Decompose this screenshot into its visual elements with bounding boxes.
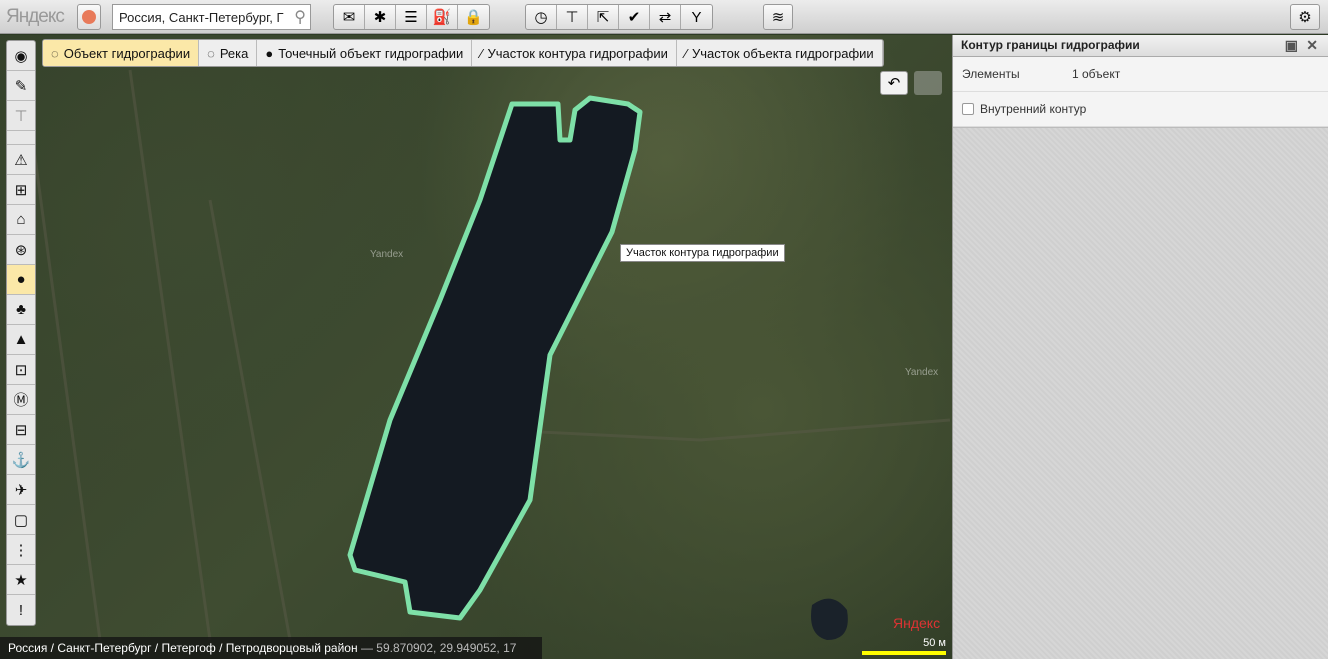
tab-label: Участок объекта гидрографии xyxy=(692,45,874,61)
record-icon xyxy=(82,10,96,24)
tab-point-hydro-object[interactable]: ● Точечный объект гидрографии xyxy=(257,40,473,66)
landmark-icon[interactable]: ⊛ xyxy=(7,235,35,265)
dashed-circle-icon: ◌ xyxy=(207,45,215,61)
elements-value[interactable]: 1 объект xyxy=(1072,67,1120,81)
record-button[interactable] xyxy=(77,4,101,30)
inner-contour-row: Внутренний контур xyxy=(953,92,1328,127)
watermark: Yandex xyxy=(370,249,404,260)
top-toolbar: Яндекс Россия, Санкт-Петербург, Г ⚲ ✉ ✱ ☰… xyxy=(0,0,1328,34)
plane-icon[interactable]: ✈ xyxy=(7,475,35,505)
search-input[interactable]: Россия, Санкт-Петербург, Г ⚲ xyxy=(112,4,311,30)
tools-group-2: ◷ ⊤ ⇱ ✔ ⇄ Y xyxy=(525,4,713,30)
mail-icon[interactable]: ✉ xyxy=(334,5,365,29)
settings-button[interactable]: ⚙ xyxy=(1290,4,1320,30)
layers-button[interactable]: ≋ xyxy=(763,4,793,30)
panel-body: Элементы 1 объект Внутренний контур xyxy=(953,57,1328,128)
spacer xyxy=(7,131,35,145)
object-type-tabs: ◌ Объект гидрографии ◌ Река ● Точечный объе… xyxy=(42,39,884,67)
tab-river[interactable]: ◌ Река xyxy=(199,40,258,66)
exclamation-icon[interactable]: ! xyxy=(7,595,35,625)
hierarchy-icon[interactable]: ⊤ xyxy=(557,5,588,29)
swap-icon[interactable]: ⇄ xyxy=(650,5,681,29)
search-value: Россия, Санкт-Петербург, Г xyxy=(119,10,284,25)
scale-line xyxy=(862,651,946,655)
eye-icon[interactable]: ◉ xyxy=(7,41,35,71)
train-icon[interactable]: ⊡ xyxy=(7,355,35,385)
yandex-logo: Яндекс xyxy=(6,6,65,27)
lake-contour[interactable] xyxy=(347,95,643,621)
close-icon[interactable]: ✕ xyxy=(1306,37,1318,54)
line-icon: ⁄ xyxy=(684,45,688,61)
warning-icon[interactable]: ⚠ xyxy=(7,145,35,175)
breadcrumb: Россия / Санкт-Петербург / Петергоф / Пе… xyxy=(0,637,542,659)
tab-hydro-object[interactable]: ◌ Объект гидрографии xyxy=(43,40,200,66)
inner-contour-checkbox[interactable] xyxy=(962,103,974,115)
list-icon[interactable]: ☰ xyxy=(396,5,427,29)
anchor-icon[interactable]: ⚓ xyxy=(7,445,35,475)
bus-icon[interactable]: ⊟ xyxy=(7,415,35,445)
save-icon[interactable]: ▣ xyxy=(1285,37,1298,54)
point-icon: ● xyxy=(265,45,274,61)
lock-icon[interactable]: 🔒 xyxy=(458,5,489,29)
coordinates: — 59.870902, 29.949052, 17 xyxy=(360,641,517,655)
asterisk-icon[interactable]: ✱ xyxy=(365,5,396,29)
properties-panel: Контур границы гидрографии ▣ ✕ Элементы 1… xyxy=(952,35,1328,659)
tab-hydro-contour-segment[interactable]: ⁄ Участок контура гидрографии xyxy=(472,40,677,66)
inner-contour-label[interactable]: Внутренний контур xyxy=(980,102,1086,116)
clock-icon[interactable]: ◷ xyxy=(526,5,557,29)
traffic-light-icon[interactable]: ⋮ xyxy=(7,535,35,565)
undo-button[interactable]: ↶ xyxy=(880,71,908,95)
hierarchy-icon[interactable]: ⊤ xyxy=(7,101,35,131)
panel-header: Контур границы гидрографии ▣ ✕ xyxy=(953,35,1328,57)
fuel-icon[interactable]: ⛽ xyxy=(427,5,458,29)
scale-label: 50 м xyxy=(923,637,946,649)
panel-title: Контур границы гидрографии xyxy=(961,38,1140,52)
line-icon: ⁄ xyxy=(480,45,483,61)
map-logo: Яндекс xyxy=(893,615,941,631)
watermark: Yandex xyxy=(905,367,939,378)
building-icon[interactable]: ⊞ xyxy=(7,175,35,205)
tools-group-1: ✉ ✱ ☰ ⛽ 🔒 xyxy=(333,4,490,30)
export-icon[interactable]: ⇱ xyxy=(588,5,619,29)
category-toolbar: ◉ ✎ ⊤ ⚠ ⊞ ⌂ ⊛ ● ♣ ▲ ⊡ Ⓜ ⊟ ⚓ ✈ ▢ ⋮ ★ ! xyxy=(6,40,36,626)
pencil-icon[interactable]: ✎ xyxy=(7,71,35,101)
tab-label: Река xyxy=(219,45,249,61)
breadcrumb-path[interactable]: Россия / Санкт-Петербург / Петергоф / Пе… xyxy=(8,641,358,655)
star-icon[interactable]: ★ xyxy=(7,565,35,595)
dashed-circle-icon: ◌ xyxy=(51,45,59,61)
metro-icon[interactable]: Ⓜ xyxy=(7,385,35,415)
water-drop-icon[interactable]: ● xyxy=(7,265,35,295)
elements-row: Элементы 1 объект xyxy=(953,57,1328,92)
map-view[interactable]: Yandex Yandex xyxy=(0,35,952,659)
house-icon[interactable]: ⌂ xyxy=(7,205,35,235)
tab-label: Точечный объект гидрографии xyxy=(278,45,464,61)
tab-label: Участок контура гидрографии xyxy=(487,45,668,61)
search-icon[interactable]: ⚲ xyxy=(294,7,306,27)
scale-bar: 50 м xyxy=(862,637,946,655)
redo-button[interactable] xyxy=(914,71,942,95)
tooltip: Участок контура гидрографии xyxy=(620,244,785,262)
square-icon[interactable]: ▢ xyxy=(7,505,35,535)
elements-label: Элементы xyxy=(962,67,1020,81)
check-icon[interactable]: ✔ xyxy=(619,5,650,29)
hill-icon[interactable]: ▲ xyxy=(7,325,35,355)
tab-label: Объект гидрографии xyxy=(63,45,191,61)
tab-hydro-object-segment[interactable]: ⁄ Участок объекта гидрографии xyxy=(677,40,883,66)
lake-polygon-layer xyxy=(28,69,951,641)
fork-icon[interactable]: Y xyxy=(681,5,712,29)
tree-icon[interactable]: ♣ xyxy=(7,295,35,325)
